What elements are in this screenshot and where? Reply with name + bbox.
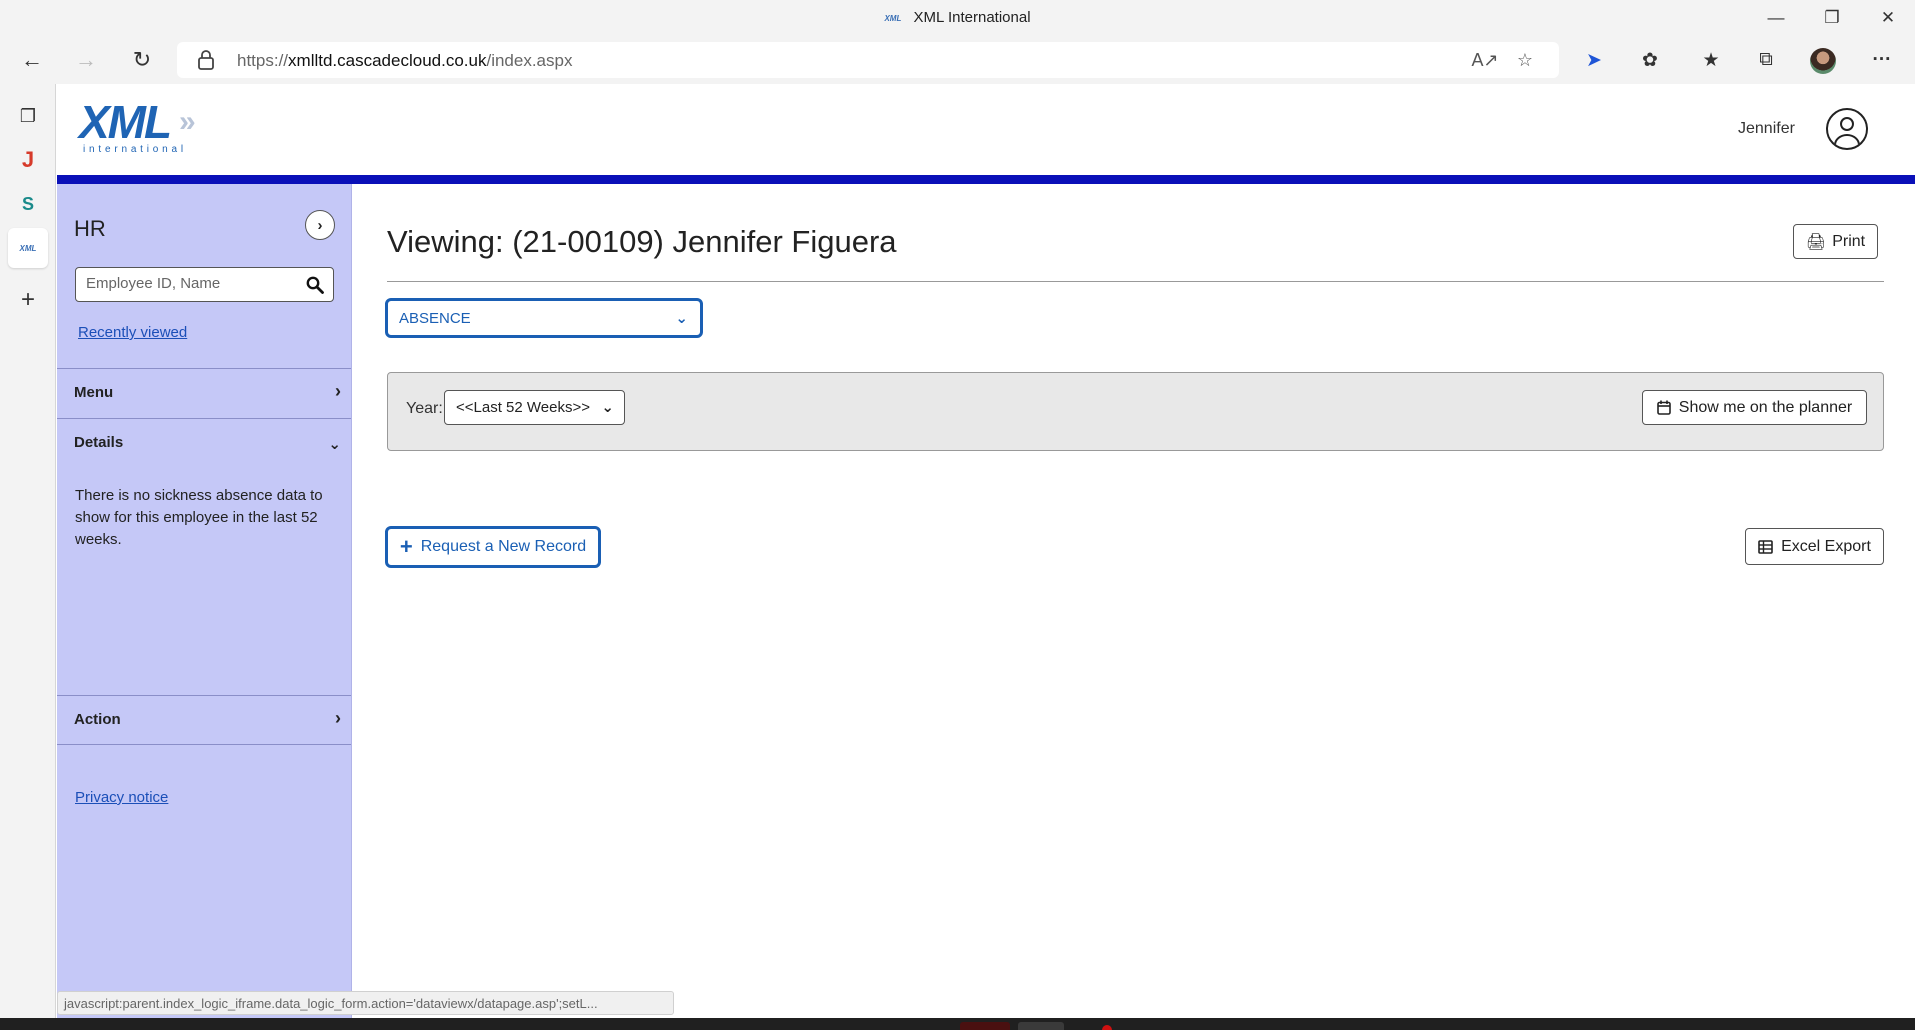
taskbar (0, 1018, 1915, 1030)
excel-export-button[interactable]: Excel Export (1745, 528, 1884, 565)
main-content: Viewing: (21-00109) Jennifer Figuera 🖨 P… (352, 184, 1915, 1018)
app-header: XML » international Jennifer ⋮ (57, 85, 1915, 175)
browser-toolbar: ← → ↻ https://xmlltd.cascadecloud.co.uk/… (0, 36, 1915, 84)
sidebar-item-label: Action (74, 711, 121, 728)
logo-chevrons-icon: » (179, 105, 196, 138)
calendar-icon (1656, 400, 1671, 415)
user-icon[interactable] (1826, 108, 1868, 150)
chevron-down-icon: ⌄ (328, 436, 341, 453)
status-bar-url: javascript:parent.index_logic_iframe.dat… (57, 991, 674, 1015)
user-name: Jennifer (1738, 120, 1795, 137)
sidebar-item-label: Menu (74, 384, 114, 401)
sidebar-item-label: Details (74, 434, 124, 451)
more-icon[interactable]: ··· (1866, 46, 1898, 74)
taskbar-app[interactable] (1102, 1025, 1112, 1030)
printer-icon: 🖨 (1805, 233, 1827, 251)
sidebar-collapse-button[interactable]: › (305, 210, 335, 240)
xml-tab-icon[interactable]: XML (8, 228, 48, 268)
extensions-icon[interactable]: ✿ (1634, 46, 1666, 74)
sidebar-item-menu[interactable]: Menu › (57, 368, 351, 418)
show-planner-label: Show me on the planner (1678, 398, 1853, 416)
table-icon (1758, 539, 1773, 554)
side-nav: HR › Recently viewed Menu › Details ⌄ Th… (57, 184, 352, 1018)
restore-button[interactable]: ❐ (1809, 4, 1855, 32)
window-title: XML International (913, 9, 1031, 26)
close-window-button[interactable]: ✕ (1865, 4, 1911, 32)
year-select-value: <<Last 52 Weeks>> (456, 399, 590, 416)
url-host: xmlltd.cascadecloud.co.uk (288, 51, 487, 70)
sidebar-title: HR (74, 216, 106, 241)
sidebar-item-details[interactable]: Details ⌄ (57, 418, 351, 468)
profile-avatar[interactable] (1810, 48, 1836, 74)
employee-search-input[interactable] (86, 275, 291, 292)
print-button-label: Print (1832, 232, 1866, 250)
details-message: There is no sickness absence data to sho… (75, 487, 323, 548)
collections-icon[interactable]: ⧉ (1750, 46, 1782, 74)
sharepoint-icon[interactable]: S (8, 184, 48, 224)
url-prefix: https:// (237, 51, 289, 70)
chevron-down-icon: ⌄ (675, 310, 688, 327)
employee-search[interactable] (75, 267, 334, 302)
window-titlebar: XML XML International — ❐ ✕ (0, 0, 1915, 36)
print-button[interactable]: 🖨 Print (1793, 224, 1878, 259)
logo-subtext: international (83, 144, 187, 155)
chevron-right-icon: › (335, 708, 341, 728)
minimize-button[interactable]: — (1753, 4, 1799, 32)
recently-viewed-link[interactable]: Recently viewed (78, 324, 187, 341)
sidebar-item-action[interactable]: Action › (57, 695, 351, 745)
request-new-record-label: Request a New Record (420, 538, 587, 555)
excel-export-label: Excel Export (1781, 537, 1871, 555)
user-icon-body (1834, 134, 1860, 148)
url-text[interactable]: https://xmlltd.cascadecloud.co.uk/index.… (237, 51, 572, 71)
lock-icon[interactable] (197, 50, 215, 70)
title-divider (387, 281, 1884, 282)
module-select[interactable]: ABSENCE ⌄ (385, 298, 703, 338)
plus-icon: + (399, 534, 413, 559)
header-band (57, 175, 1915, 184)
url-path: /index.aspx (486, 51, 573, 70)
browser-sidebar: ❐ J S XML + (0, 84, 56, 1018)
add-tab-icon[interactable]: + (8, 280, 48, 320)
search-icon[interactable] (306, 276, 324, 294)
tab-actions-icon[interactable]: ❐ (8, 96, 48, 136)
address-bar[interactable]: https://xmlltd.cascadecloud.co.uk/index.… (177, 42, 1559, 78)
back-icon[interactable]: ← (14, 44, 50, 76)
read-aloud-icon[interactable]: A↗ (1471, 48, 1499, 72)
forward-icon[interactable]: → (68, 44, 104, 76)
chevron-right-icon: › (335, 381, 341, 401)
chevron-down-icon: ⌄ (601, 399, 614, 416)
xml-logo[interactable]: XML » international (79, 99, 219, 159)
privacy-notice-link[interactable]: Privacy notice (75, 789, 168, 806)
request-new-record-button[interactable]: + Request a New Record (385, 526, 601, 568)
refresh-icon[interactable]: ↻ (124, 44, 160, 76)
year-label: Year: (406, 400, 443, 417)
page-title: Viewing: (21-00109) Jennifer Figuera (387, 224, 897, 259)
add-favorite-icon[interactable]: ☆ (1511, 48, 1539, 72)
module-select-value: ABSENCE (399, 310, 471, 327)
app-j-icon[interactable]: J (8, 140, 48, 180)
window-title-area: XML XML International (0, 9, 1915, 26)
year-select[interactable]: <<Last 52 Weeks>> ⌄ (444, 390, 625, 425)
tab-favicon: XML (884, 13, 902, 23)
taskbar-app[interactable] (960, 1022, 1010, 1030)
filter-panel: Year: <<Last 52 Weeks>> ⌄ Show me on the… (387, 372, 1884, 451)
logo-text: XML (79, 96, 172, 148)
copilot-icon[interactable]: ➤ (1578, 46, 1610, 74)
user-icon-head (1840, 117, 1854, 131)
taskbar-app[interactable] (1018, 1022, 1064, 1030)
favorites-icon[interactable]: ★ (1695, 46, 1727, 74)
show-planner-button[interactable]: Show me on the planner (1642, 390, 1867, 425)
